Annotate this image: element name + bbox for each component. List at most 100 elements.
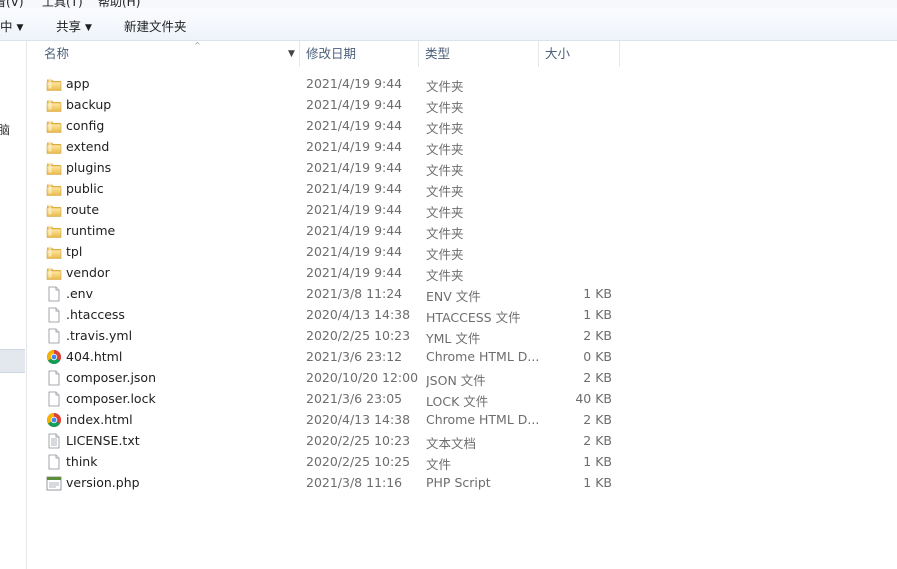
file-name: composer.json bbox=[66, 370, 157, 385]
file-size: 0 KB bbox=[583, 349, 612, 364]
column-header-date-label: 修改日期 bbox=[306, 46, 357, 61]
new-folder-label: 新建文件夹 bbox=[124, 19, 187, 34]
file-type: YML 文件 bbox=[426, 331, 481, 346]
file-row[interactable]: 404.html 2021/3/6 23:12 Chrome HTML D... 0 … bbox=[27, 347, 627, 368]
file-date-modified: 2020/2/25 10:23 bbox=[306, 328, 411, 343]
file-name: route bbox=[66, 202, 100, 217]
file-row[interactable]: config 2021/4/19 9:44 文件夹 bbox=[27, 116, 627, 137]
file-name: public bbox=[66, 181, 104, 196]
menu-tools[interactable]: 工具(T) bbox=[42, 0, 83, 8]
file-size: 1 KB bbox=[583, 307, 612, 322]
folder-icon bbox=[46, 202, 62, 218]
file-name: runtime bbox=[66, 223, 116, 238]
menu-view[interactable]: 看(V) bbox=[0, 0, 24, 8]
share-button[interactable]: 共享 ▼ bbox=[56, 16, 92, 35]
file-date-modified: 2021/4/19 9:44 bbox=[306, 202, 403, 217]
folder-icon bbox=[46, 97, 62, 113]
folder-icon bbox=[46, 265, 62, 281]
file-date-modified: 2021/4/19 9:44 bbox=[306, 97, 403, 112]
file-date-modified: 2021/4/19 9:44 bbox=[306, 244, 403, 259]
chrome-icon bbox=[46, 349, 62, 365]
file-row[interactable]: .htaccess 2020/4/13 14:38 HTACCESS 文件 1 KB bbox=[27, 305, 627, 326]
file-type: 文件夹 bbox=[426, 100, 464, 115]
file-row[interactable]: version.php 2021/3/8 11:16 PHP Script 1 KB bbox=[27, 473, 627, 494]
file-type: 文件 bbox=[426, 457, 452, 472]
column-header-date[interactable]: 修改日期 bbox=[300, 41, 419, 67]
file-icon bbox=[46, 391, 62, 407]
file-size: 2 KB bbox=[583, 370, 612, 385]
file-type: 文件夹 bbox=[426, 79, 464, 94]
file-row[interactable]: .travis.yml 2020/2/25 10:23 YML 文件 2 KB bbox=[27, 326, 627, 347]
folder-icon bbox=[46, 181, 62, 197]
include-in-library-button[interactable]: 中 ▼ bbox=[0, 16, 23, 35]
file-row[interactable]: composer.json 2020/10/20 12:00 JSON 文件 2 KB bbox=[27, 368, 627, 389]
file-row[interactable]: vendor 2021/4/19 9:44 文件夹 bbox=[27, 263, 627, 284]
file-date-modified: 2021/4/19 9:44 bbox=[306, 223, 403, 238]
file-row[interactable]: LICENSE.txt 2020/2/25 10:23 文本文档 2 KB bbox=[27, 431, 627, 452]
file-row[interactable]: composer.lock 2021/3/6 23:05 LOCK 文件 40 KB bbox=[27, 389, 627, 410]
folder-icon bbox=[46, 244, 62, 260]
php-file-icon bbox=[46, 475, 62, 491]
file-date-modified: 2021/4/19 9:44 bbox=[306, 76, 403, 91]
column-filter-dropdown-icon[interactable]: ▼ bbox=[288, 41, 295, 67]
folder-icon bbox=[46, 160, 62, 176]
file-size: 1 KB bbox=[583, 475, 612, 490]
file-name: 404.html bbox=[66, 349, 123, 364]
file-name: backup bbox=[66, 97, 112, 112]
file-size: 2 KB bbox=[583, 433, 612, 448]
column-header-size[interactable]: 大小 bbox=[539, 41, 620, 67]
folder-icon bbox=[46, 76, 62, 92]
column-header-type-label: 类型 bbox=[425, 46, 451, 61]
file-name: .env bbox=[66, 286, 93, 301]
file-date-modified: 2021/4/19 9:44 bbox=[306, 265, 403, 280]
file-row[interactable]: plugins 2021/4/19 9:44 文件夹 bbox=[27, 158, 627, 179]
file-name: composer.lock bbox=[66, 391, 156, 406]
file-date-modified: 2021/4/19 9:44 bbox=[306, 118, 403, 133]
file-name: LICENSE.txt bbox=[66, 433, 140, 448]
sort-ascending-icon: ^ bbox=[194, 41, 201, 50]
file-type: 文件夹 bbox=[426, 121, 464, 136]
file-row[interactable]: tpl 2021/4/19 9:44 文件夹 bbox=[27, 242, 627, 263]
file-date-modified: 2020/10/20 12:00 bbox=[306, 370, 419, 385]
file-type: JSON 文件 bbox=[426, 373, 486, 388]
chevron-down-icon: ▼ bbox=[16, 23, 24, 33]
column-header-row: 名称 ^ ▼ 修改日期 类型 大小 bbox=[27, 41, 897, 67]
column-header-name-label: 名称 bbox=[44, 46, 70, 61]
file-size: 1 KB bbox=[583, 454, 612, 469]
file-icon bbox=[46, 454, 62, 470]
file-type: 文件夹 bbox=[426, 247, 464, 262]
file-date-modified: 2021/3/6 23:12 bbox=[306, 349, 403, 364]
file-type: 文件夹 bbox=[426, 163, 464, 178]
file-type: 文件夹 bbox=[426, 184, 464, 199]
file-row[interactable]: index.html 2020/4/13 14:38 Chrome HTML D..… bbox=[27, 410, 627, 431]
file-row[interactable]: app 2021/4/19 9:44 文件夹 bbox=[27, 74, 627, 95]
chevron-down-icon: ▼ bbox=[85, 23, 92, 33]
file-name: think bbox=[66, 454, 98, 469]
file-name: app bbox=[66, 76, 90, 91]
new-folder-button[interactable]: 新建文件夹 bbox=[124, 16, 187, 35]
file-date-modified: 2020/2/25 10:25 bbox=[306, 454, 411, 469]
file-row[interactable]: think 2020/2/25 10:25 文件 1 KB bbox=[27, 452, 627, 473]
file-type: 文件夹 bbox=[426, 142, 464, 157]
file-row[interactable]: extend 2021/4/19 9:44 文件夹 bbox=[27, 137, 627, 158]
file-type: 文本文档 bbox=[426, 436, 477, 451]
navigation-pane[interactable]: 脑 bbox=[0, 41, 27, 569]
menu-help[interactable]: 帮助(H) bbox=[98, 0, 140, 8]
file-name: index.html bbox=[66, 412, 133, 427]
file-type: Chrome HTML D... bbox=[426, 412, 538, 427]
nav-pane-item[interactable]: 脑 bbox=[0, 121, 10, 138]
file-row[interactable]: runtime 2021/4/19 9:44 文件夹 bbox=[27, 221, 627, 242]
file-date-modified: 2020/4/13 14:38 bbox=[306, 307, 411, 322]
folder-icon bbox=[46, 223, 62, 239]
file-name: vendor bbox=[66, 265, 110, 280]
command-bar: 中 ▼ 共享 ▼ 新建文件夹 bbox=[0, 8, 897, 41]
file-row[interactable]: backup 2021/4/19 9:44 文件夹 bbox=[27, 95, 627, 116]
file-row[interactable]: public 2021/4/19 9:44 文件夹 bbox=[27, 179, 627, 200]
file-type: Chrome HTML D... bbox=[426, 349, 538, 364]
column-header-name[interactable]: 名称 ^ ▼ bbox=[27, 41, 300, 67]
column-header-type[interactable]: 类型 bbox=[419, 41, 539, 67]
file-date-modified: 2021/3/8 11:24 bbox=[306, 286, 403, 301]
file-row[interactable]: route 2021/4/19 9:44 文件夹 bbox=[27, 200, 627, 221]
nav-pane-selected-item[interactable] bbox=[0, 349, 25, 373]
file-row[interactable]: .env 2021/3/8 11:24 ENV 文件 1 KB bbox=[27, 284, 627, 305]
